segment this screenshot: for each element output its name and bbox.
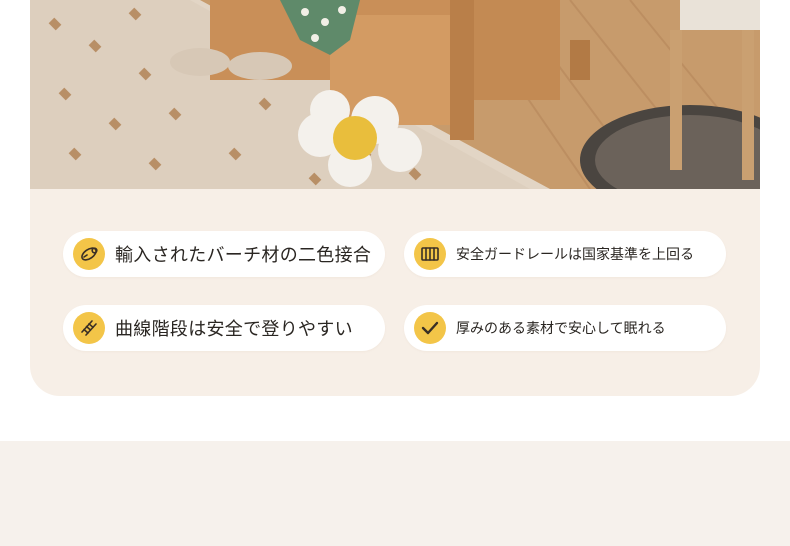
feature-label: 安全ガードレールは国家基準を上回る (456, 247, 694, 263)
ladder-icon (73, 312, 105, 344)
bedroom-scene-image (30, 0, 760, 189)
feature-label: 厚みのある素材で安心して眠れる (456, 321, 666, 337)
feature-label: 輸入されたバーチ材の二色接合 (115, 245, 372, 266)
feature-item-curved-stairs: 曲線階段は安全で登りやすい (63, 305, 385, 351)
feature-item-thick-material: 厚みのある素材で安心して眠れる (404, 305, 726, 351)
section-divider-band (0, 441, 790, 546)
product-photo (30, 0, 760, 189)
feature-item-guardrail: 安全ガードレールは国家基準を上回る (404, 231, 726, 277)
checkmark-icon (414, 312, 446, 344)
guardrail-icon (414, 238, 446, 270)
feature-label: 曲線階段は安全で登りやすい (115, 319, 353, 340)
feature-item-birch-joint: 輸入されたバーチ材の二色接合 (63, 231, 385, 277)
feature-card: 輸入されたバーチ材の二色接合 安全ガードレールは国家基準を上回る 曲線階段は安全… (30, 189, 760, 396)
wood-log-icon (73, 238, 105, 270)
